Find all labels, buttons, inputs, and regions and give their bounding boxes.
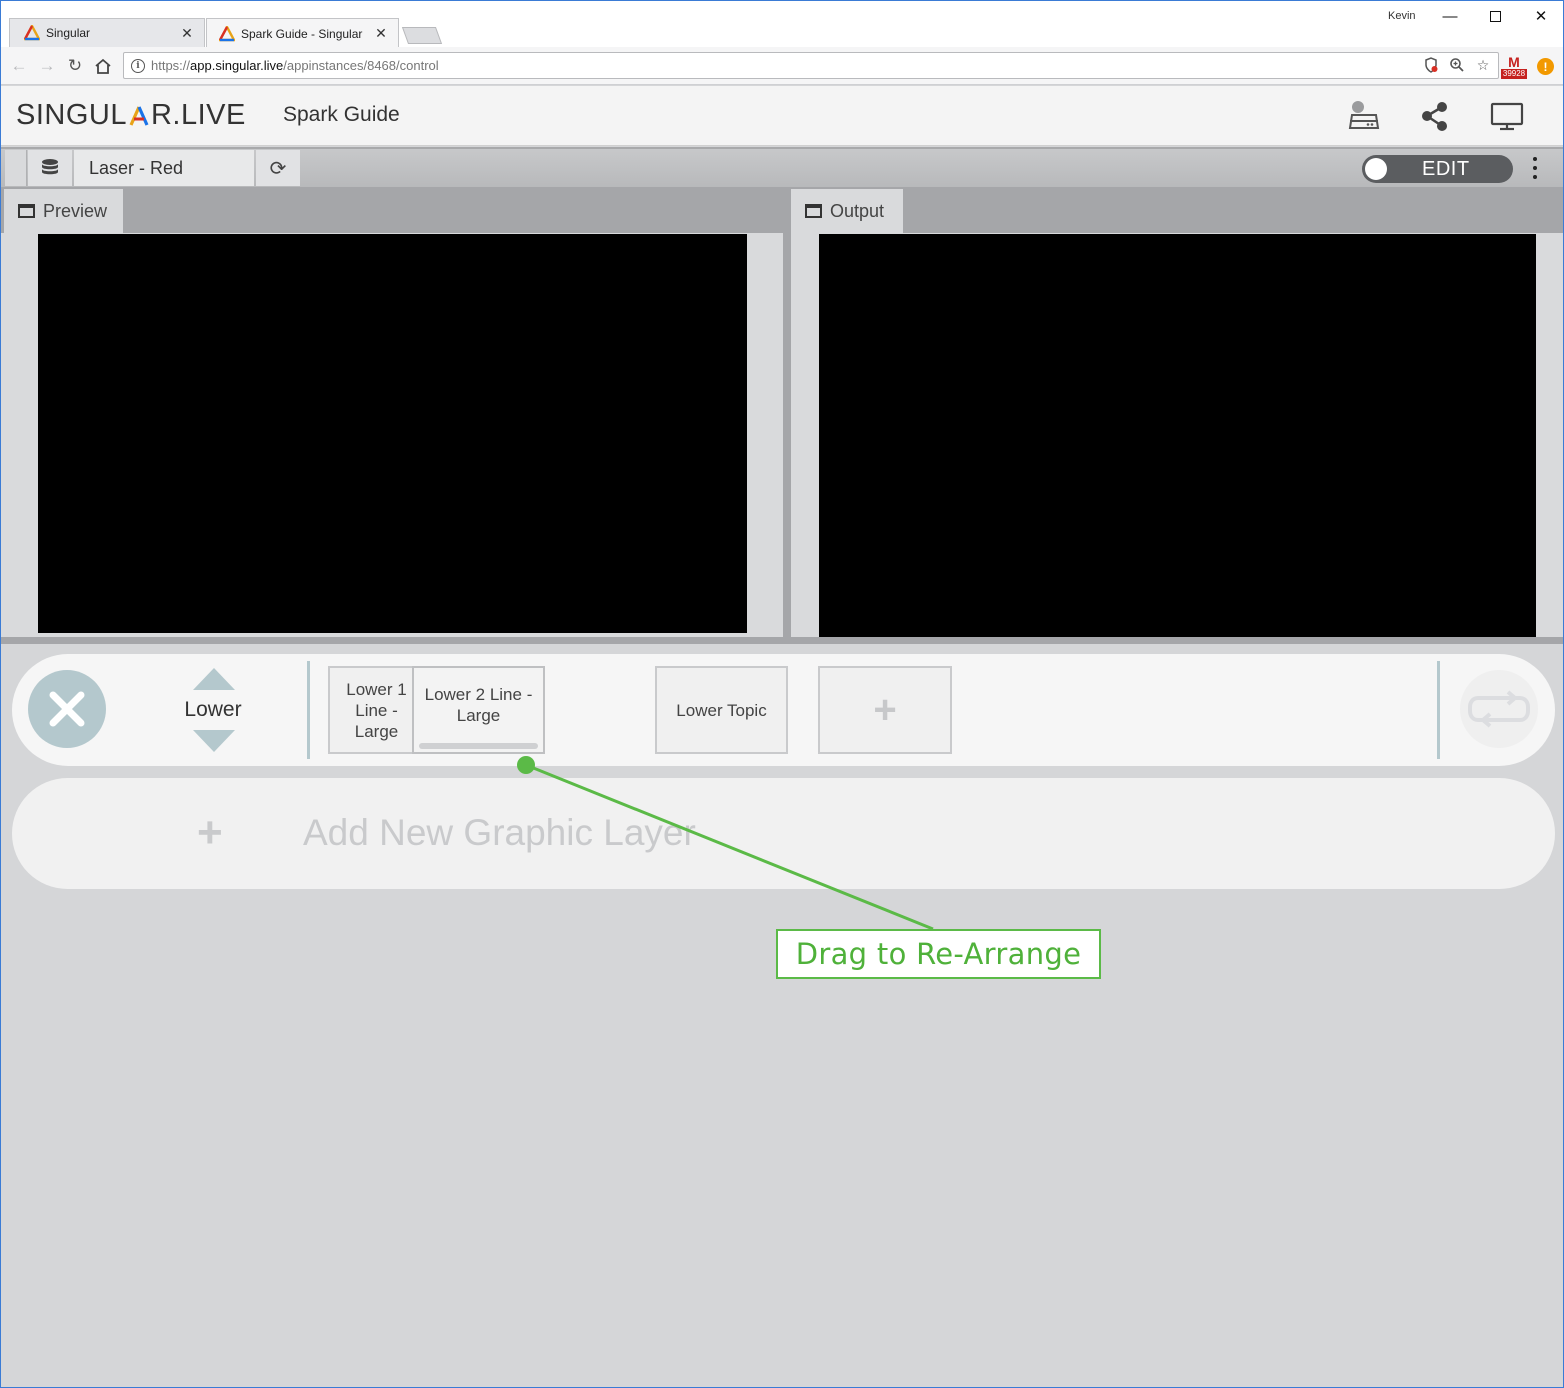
tab-close-icon[interactable]: ✕	[374, 25, 388, 42]
plus-icon: +	[197, 808, 223, 857]
new-tab-button[interactable]	[401, 27, 443, 44]
logo-text-right: R.LIVE	[150, 99, 246, 131]
blocked-content-icon[interactable]	[1422, 56, 1440, 74]
item-label: Lower 2 Line - Large	[424, 685, 533, 725]
tab-title: Singular	[46, 26, 91, 40]
database-icon	[42, 159, 58, 175]
plus-icon: +	[873, 687, 897, 732]
output-pane: Output	[791, 187, 1563, 639]
browser-toolbar: ← → ↻ i https://app.singular.live/appins…	[1, 47, 1563, 85]
app-header: SINGUL R.LIVE Spark Guide	[1, 86, 1563, 146]
browser-user-name[interactable]: Kevin	[1388, 10, 1416, 22]
layer-up-arrow-icon[interactable]	[193, 668, 235, 690]
drag-handle[interactable]	[419, 743, 538, 749]
url-scheme: https://	[151, 58, 191, 73]
storage-icon[interactable]	[1347, 99, 1381, 133]
drag-rearrange-callout: Drag to Re-Arrange	[776, 929, 1101, 979]
database-button[interactable]	[28, 150, 72, 186]
address-bar[interactable]: i https://app.singular.live/appinstances…	[123, 52, 1499, 79]
tab-output[interactable]: Output	[791, 189, 903, 233]
gmail-extension-icon[interactable]: M 39928	[1501, 55, 1527, 79]
zoom-icon[interactable]	[1448, 56, 1466, 74]
share-icon[interactable]	[1418, 99, 1452, 133]
layer-out-button[interactable]	[28, 670, 106, 748]
loop-icon	[1468, 690, 1530, 728]
minimize-icon[interactable]: —	[1430, 5, 1470, 27]
preview-pane: Preview	[1, 187, 783, 639]
edit-toggle[interactable]: EDIT	[1362, 155, 1513, 183]
preview-tabbar: Preview	[1, 187, 783, 233]
toggle-knob	[1365, 158, 1387, 180]
singular-favicon-icon	[219, 25, 235, 41]
url-path: /appinstances/8468/control	[283, 58, 439, 73]
add-item-button[interactable]: +	[818, 666, 952, 754]
item-label: Lower Topic	[676, 700, 767, 720]
edit-label: EDIT	[1422, 158, 1470, 180]
loop-button[interactable]	[1460, 670, 1538, 748]
sidebar-toggle[interactable]	[5, 150, 27, 186]
reload-icon[interactable]: ↻	[63, 54, 87, 78]
tab-close-icon[interactable]: ✕	[180, 25, 194, 42]
close-icon	[49, 691, 85, 727]
alert-extension-icon[interactable]: !	[1537, 58, 1554, 75]
composition-name[interactable]: Laser - Red	[74, 150, 254, 186]
forward-icon[interactable]: →	[35, 54, 59, 78]
output-screen	[819, 234, 1536, 637]
item-label: Lower 1 Line - Large	[346, 679, 407, 741]
home-icon[interactable]	[91, 54, 115, 78]
back-icon[interactable]: ←	[7, 54, 31, 78]
browser-window: Singular ✕ Spark Guide - Singular ✕ Kevi…	[0, 0, 1564, 1388]
logo-text-left: SINGUL	[16, 99, 127, 131]
item-lower-2-line-large[interactable]: Lower 2 Line - Large	[412, 666, 545, 754]
window-icon	[18, 204, 35, 218]
pane-divider[interactable]	[783, 187, 791, 639]
browser-tab-spark-guide[interactable]: Spark Guide - Singular ✕	[206, 18, 399, 48]
callout-text: Drag to Re-Arrange	[795, 937, 1082, 971]
output-label: Output	[830, 200, 885, 221]
add-new-graphic-layer[interactable]: + Add New Graphic Layer	[12, 778, 1555, 889]
composition-bar: Laser - Red ⟳ EDIT	[1, 147, 1563, 187]
browser-titlebar: Singular ✕ Spark Guide - Singular ✕ Kevi…	[1, 1, 1563, 48]
refresh-icon[interactable]: ⟳	[256, 150, 300, 186]
url-host: app.singular.live	[190, 58, 284, 73]
more-options-icon[interactable]	[1529, 157, 1541, 179]
tab-preview[interactable]: Preview	[4, 189, 123, 233]
layer-divider-left	[307, 661, 310, 759]
monitor-icon[interactable]	[1490, 99, 1524, 133]
preview-label: Preview	[43, 200, 108, 221]
gmail-badge-count: 39928	[1501, 69, 1527, 79]
window-icon	[805, 204, 822, 218]
window-close-icon[interactable]: ✕	[1521, 5, 1561, 27]
browser-tab-singular[interactable]: Singular ✕	[9, 18, 205, 47]
add-layer-label: Add New Graphic Layer	[303, 812, 696, 853]
layer-name[interactable]: Lower	[162, 698, 264, 722]
bookmark-star-icon[interactable]: ☆	[1474, 56, 1492, 74]
logo-triangle-icon	[129, 105, 149, 126]
maximize-icon[interactable]	[1475, 5, 1515, 27]
site-info-icon[interactable]: i	[131, 58, 145, 73]
output-tabbar: Output	[791, 187, 1563, 233]
singular-live-logo[interactable]: SINGUL R.LIVE	[16, 99, 246, 132]
singular-favicon-icon	[24, 25, 40, 41]
layer-divider-right	[1437, 661, 1440, 759]
graphic-layer-row: Lower Lower 1 Line - Large Lower 2 Line …	[12, 654, 1555, 766]
project-title: Spark Guide	[283, 103, 400, 126]
layer-down-arrow-icon[interactable]	[193, 730, 235, 752]
preview-screen	[38, 234, 747, 633]
item-lower-topic[interactable]: Lower Topic	[655, 666, 788, 754]
pane-bottom-border	[1, 637, 1563, 644]
tab-title: Spark Guide - Singular	[241, 26, 363, 41]
item-lower-1-line-large[interactable]: Lower 1 Line - Large	[328, 666, 416, 754]
